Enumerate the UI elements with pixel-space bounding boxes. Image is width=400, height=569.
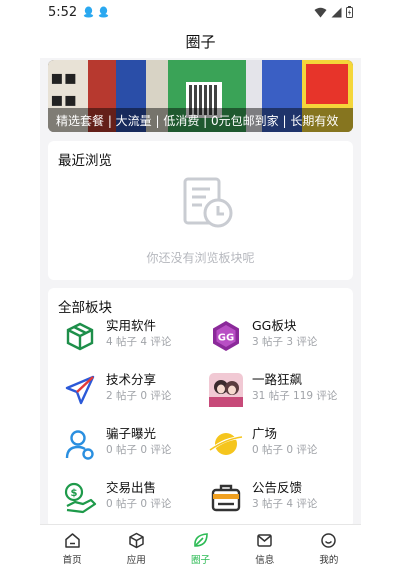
tab-circle[interactable]: 圈子 bbox=[168, 525, 232, 569]
board-item-scammer-exposure[interactable]: 骗子曝光 0 帖子 0 评论 bbox=[62, 426, 171, 462]
all-boards-card: 全部板块 实用软件 4 帖子 4 评论 GG GG板块 3 帖子 3 评论 技术… bbox=[48, 288, 353, 528]
tab-apps[interactable]: 应用 bbox=[104, 525, 168, 569]
board-name: 公告反馈 bbox=[252, 480, 303, 495]
game-avatar-icon bbox=[208, 372, 244, 408]
board-name: 实用软件 bbox=[106, 318, 157, 333]
all-boards-title: 全部板块 bbox=[58, 300, 112, 316]
board-stats: 0 帖子 0 评论 bbox=[106, 444, 172, 456]
tab-label: 信息 bbox=[255, 555, 275, 566]
planet-icon bbox=[208, 426, 244, 462]
board-item-tech-sharing[interactable]: 技术分享 2 帖子 0 评论 bbox=[62, 372, 171, 408]
status-time: 5:52 bbox=[48, 4, 78, 20]
board-stats: 3 帖子 4 评论 bbox=[252, 498, 318, 510]
svg-text:GG: GG bbox=[218, 333, 234, 344]
tab-label: 应用 bbox=[126, 555, 146, 566]
recent-section-title: 最近浏览 bbox=[58, 153, 112, 169]
board-item-practical-software[interactable]: 实用软件 4 帖子 4 评论 bbox=[62, 318, 171, 354]
paper-plane-icon bbox=[62, 372, 98, 408]
board-item-gg[interactable]: GG GG板块 3 帖子 3 评论 bbox=[208, 318, 317, 354]
app-screen: 5:52 圈子 ▪▪ ▪▪ 精选套餐 | 大流量 | 低消费 | 0元包邮到家 | bbox=[40, 0, 361, 569]
board-name: 广场 bbox=[252, 426, 278, 441]
recent-browsing-card: 最近浏览 你还没有浏览板块呢 bbox=[48, 141, 353, 280]
banner-caption: 精选套餐 | 大流量 | 低消费 | 0元包邮到家 | 长期有效 bbox=[48, 108, 353, 132]
page-title: 圈子 bbox=[185, 32, 216, 51]
board-name: 一路狂飙 bbox=[252, 372, 303, 387]
board-stats: 31 帖子 119 评论 bbox=[252, 390, 338, 402]
home-icon bbox=[64, 533, 80, 548]
board-stats: 0 帖子 0 评论 bbox=[252, 444, 318, 456]
briefcase-icon bbox=[208, 480, 244, 516]
board-name: 骗子曝光 bbox=[106, 426, 157, 441]
board-item-announcement-feedback[interactable]: 公告反馈 3 帖子 4 评论 bbox=[208, 480, 317, 516]
board-name: 技术分享 bbox=[106, 372, 157, 387]
promo-banner[interactable]: ▪▪ ▪▪ 精选套餐 | 大流量 | 低消费 | 0元包邮到家 | 长期有效 bbox=[48, 60, 353, 132]
title-bar: 圈子 bbox=[40, 24, 361, 58]
qq-notification-icon-2 bbox=[99, 6, 109, 18]
mail-icon bbox=[257, 534, 272, 547]
signal-icon bbox=[331, 7, 342, 17]
board-item-trade-sale[interactable]: $ 交易出售 0 帖子 0 评论 bbox=[62, 480, 171, 516]
tab-label: 圈子 bbox=[191, 555, 211, 566]
board-name: 交易出售 bbox=[106, 480, 157, 495]
leaf-icon bbox=[194, 533, 208, 547]
status-icons bbox=[314, 6, 353, 18]
cube-icon bbox=[129, 532, 144, 549]
board-item-square[interactable]: 广场 0 帖子 0 评论 bbox=[208, 426, 317, 462]
svg-text:$: $ bbox=[71, 488, 78, 499]
smile-icon bbox=[321, 533, 337, 548]
board-stats: 0 帖子 0 评论 bbox=[106, 498, 172, 510]
board-stats: 2 帖子 0 评论 bbox=[106, 390, 172, 402]
tab-label: 我的 bbox=[319, 555, 339, 566]
box-icon bbox=[62, 318, 98, 354]
board-name: GG板块 bbox=[252, 318, 297, 333]
battery-icon bbox=[346, 6, 353, 18]
tab-label: 首页 bbox=[62, 555, 82, 566]
document-clock-icon bbox=[183, 177, 233, 228]
board-item-yilu-kuangbiao[interactable]: 一路狂飙 31 帖子 119 评论 bbox=[208, 372, 337, 408]
user-icon bbox=[62, 426, 98, 462]
board-stats: 4 帖子 4 评论 bbox=[106, 336, 172, 348]
wifi-icon bbox=[314, 7, 327, 17]
gg-logo-icon: GG bbox=[208, 318, 244, 354]
empty-state-text: 你还没有浏览板块呢 bbox=[146, 251, 255, 265]
tab-home[interactable]: 首页 bbox=[40, 525, 104, 569]
tab-messages[interactable]: 信息 bbox=[233, 525, 297, 569]
board-stats: 3 帖子 3 评论 bbox=[252, 336, 318, 348]
tab-profile[interactable]: 我的 bbox=[297, 525, 361, 569]
qq-notification-icon bbox=[84, 6, 94, 18]
money-hand-icon: $ bbox=[62, 480, 98, 516]
status-bar: 5:52 bbox=[40, 0, 361, 24]
bottom-tab-bar: 首页 应用 圈子 信息 我的 bbox=[40, 524, 361, 569]
